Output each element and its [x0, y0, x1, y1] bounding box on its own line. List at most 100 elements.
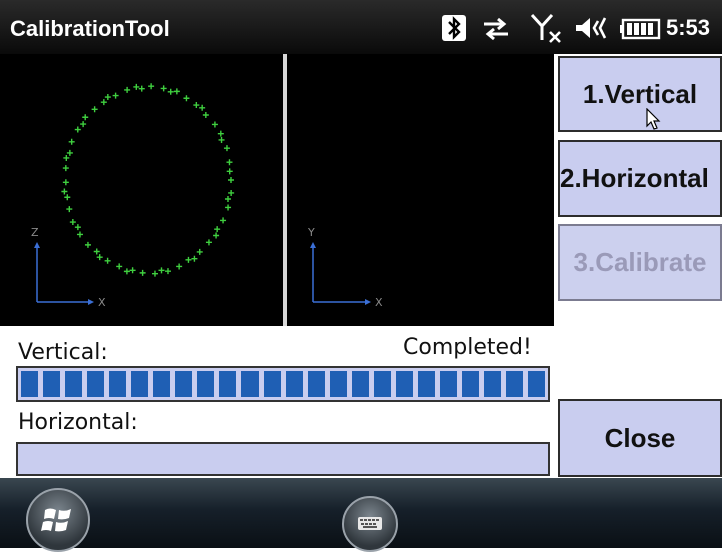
progress-segment — [131, 447, 148, 471]
progress-segment — [153, 371, 171, 397]
data-point — [164, 268, 171, 275]
data-point — [228, 189, 235, 196]
progress-segment — [528, 371, 546, 397]
vertical-plot: Z X — [0, 54, 283, 326]
data-point — [139, 269, 146, 276]
progress-segment — [330, 447, 347, 471]
vertical-progress-label: Vertical: — [18, 340, 108, 365]
data-point — [226, 168, 233, 175]
progress-segment — [197, 447, 214, 471]
progress-segment — [21, 447, 38, 471]
data-point — [202, 112, 209, 119]
horizontal-button[interactable]: 2.Horizontal — [558, 140, 722, 217]
progress-segment — [219, 447, 236, 471]
data-point — [74, 224, 81, 231]
data-point — [133, 83, 140, 90]
vertical-status-text: Completed! — [403, 335, 532, 360]
data-point — [217, 130, 224, 137]
clock[interactable]: 5:53 — [666, 15, 710, 41]
x-axis-label: X — [375, 296, 383, 309]
data-point — [213, 232, 220, 239]
vertical-progress-fill — [21, 371, 546, 397]
data-point — [96, 254, 103, 261]
y-axis-label: Y — [307, 226, 315, 239]
progress-segment — [461, 371, 479, 397]
calibrate-button[interactable]: 3.Calibrate — [558, 224, 722, 301]
progress-segment — [308, 447, 325, 471]
data-point — [112, 92, 119, 99]
progress-segment — [352, 447, 369, 471]
windows-logo-icon[interactable] — [26, 488, 90, 552]
progress-segment — [483, 371, 502, 397]
progress-segment — [21, 371, 39, 397]
progress-segment — [506, 371, 524, 397]
horizontal-progress-label: Horizontal: — [18, 410, 138, 435]
data-point — [220, 217, 227, 224]
progress-segment — [285, 371, 303, 397]
horizontal-progress-bar — [16, 442, 550, 476]
data-point — [218, 136, 225, 143]
x-axis-label: X — [98, 296, 106, 309]
progress-segment — [43, 447, 60, 471]
vertical-button[interactable]: 1.Vertical — [558, 56, 722, 132]
z-axis-label: Z — [31, 226, 39, 239]
data-point — [176, 263, 183, 270]
progress-segment — [484, 447, 501, 471]
progress-segment — [351, 371, 369, 397]
data-point — [84, 241, 91, 248]
data-point — [151, 270, 158, 277]
volume-icon[interactable] — [574, 15, 610, 47]
signal-off-icon[interactable] — [530, 12, 566, 50]
data-point — [104, 94, 111, 101]
data-point — [228, 177, 234, 183]
data-point — [185, 256, 192, 263]
progress-segment — [153, 447, 170, 471]
progress-segment — [395, 371, 413, 397]
title-bar: CalibrationTool 5:53 — [0, 0, 722, 54]
bluetooth-icon[interactable] — [441, 14, 467, 48]
data-point — [183, 95, 190, 102]
data-point — [80, 121, 87, 128]
data-point — [62, 165, 69, 172]
data-point — [93, 248, 100, 255]
data-point — [211, 121, 218, 128]
progress-segment — [87, 447, 104, 471]
progress-segment — [241, 371, 259, 397]
battery-icon[interactable] — [620, 18, 662, 46]
horizontal-plot: Y X — [287, 54, 554, 326]
data-point — [193, 102, 200, 109]
data-point — [100, 99, 107, 106]
progress-segment — [65, 447, 82, 471]
data-point — [64, 194, 71, 201]
data-point — [160, 85, 167, 92]
progress-segment — [264, 447, 281, 471]
keyboard-icon[interactable] — [342, 496, 398, 552]
progress-segment — [506, 447, 523, 471]
close-button[interactable]: Close — [558, 399, 722, 477]
data-point — [225, 204, 232, 211]
data-point — [129, 267, 136, 274]
data-point — [104, 257, 111, 264]
data-point — [63, 154, 70, 161]
data-point — [123, 268, 130, 275]
data-point — [68, 138, 75, 145]
progress-segment — [329, 371, 347, 397]
data-point — [69, 219, 76, 226]
horizontal-progress-fill — [21, 447, 545, 471]
progress-segment — [528, 447, 545, 471]
progress-segment — [263, 371, 281, 397]
progress-segment — [175, 447, 192, 471]
data-point — [124, 86, 131, 93]
progress-segment — [197, 371, 215, 397]
progress-segment — [439, 371, 457, 397]
data-point — [138, 85, 145, 92]
taskbar — [0, 478, 722, 552]
progress-segment — [418, 447, 435, 471]
data-point — [167, 88, 174, 95]
sync-icon[interactable] — [480, 16, 512, 48]
data-point — [214, 226, 221, 233]
data-point — [82, 114, 89, 121]
data-point — [91, 106, 98, 113]
data-point — [223, 145, 230, 152]
data-point — [226, 159, 233, 166]
